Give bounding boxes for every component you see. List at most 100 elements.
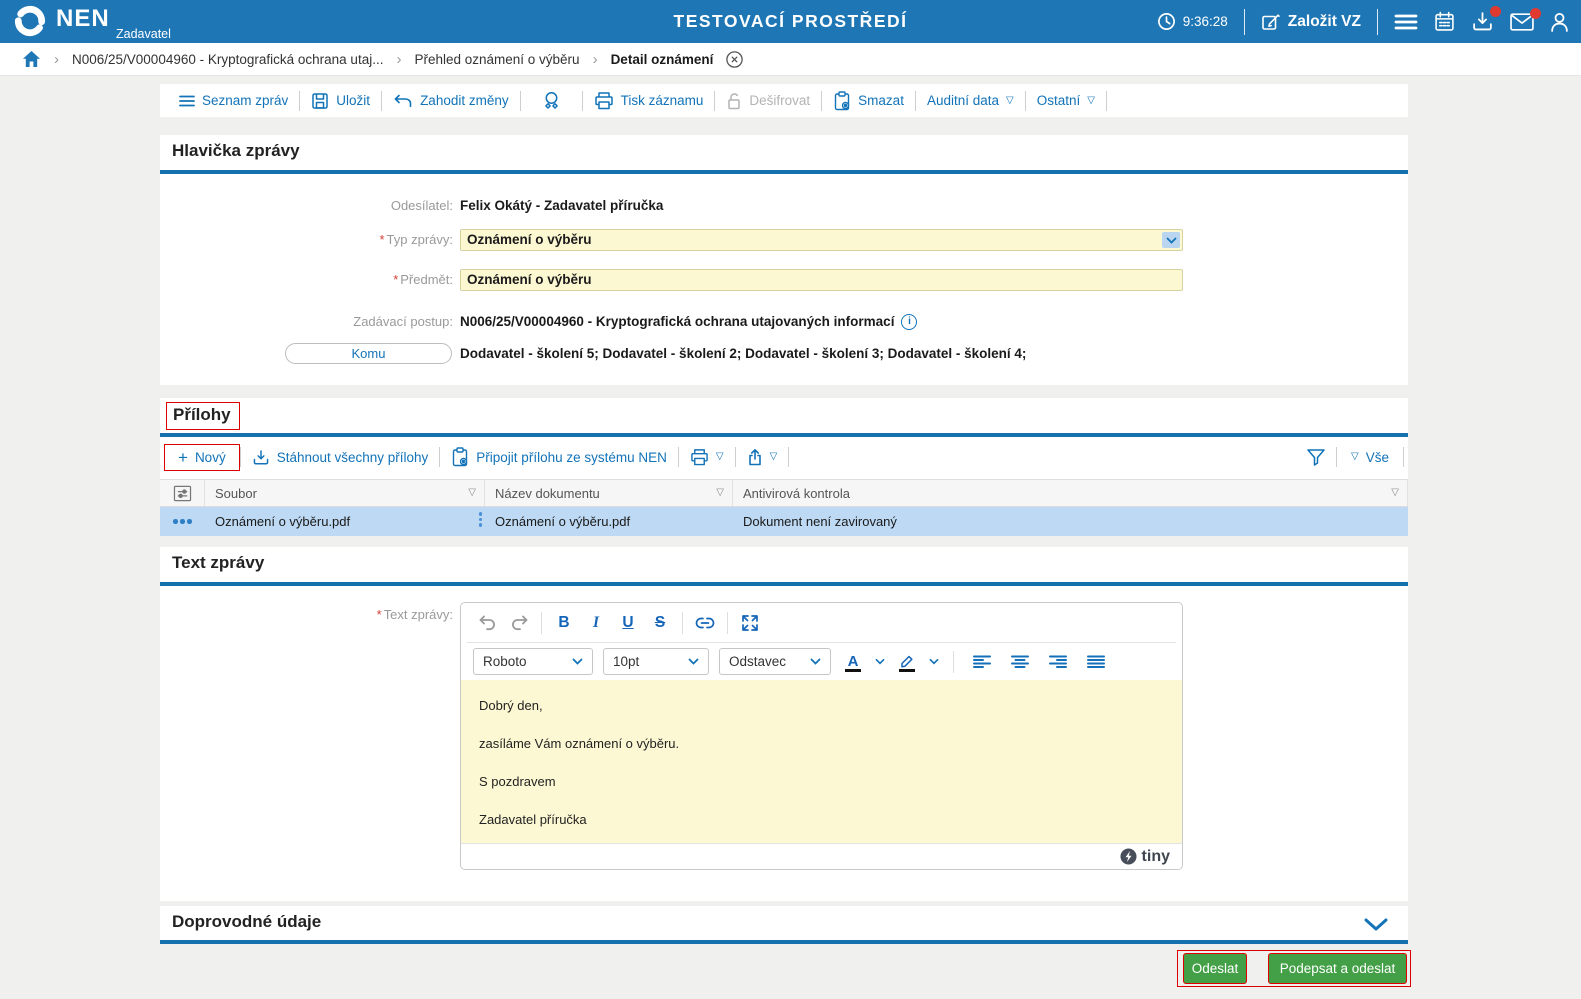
- delete-button[interactable]: Smazat: [822, 90, 915, 111]
- audit-data-button[interactable]: Auditní data ▽: [916, 93, 1025, 108]
- subject-value: Oznámení o výběru: [467, 272, 592, 287]
- sign-and-send-button[interactable]: Podepsat a odeslat: [1268, 953, 1407, 984]
- divider: [541, 611, 542, 634]
- create-vz-label: Založit VZ: [1287, 12, 1361, 30]
- recipients-button[interactable]: Komu: [285, 343, 452, 364]
- align-left-icon[interactable]: [968, 648, 996, 676]
- filter-caret-icon[interactable]: ▽: [468, 488, 476, 498]
- new-attachment-button[interactable]: + Nový: [167, 449, 237, 466]
- home-icon[interactable]: [22, 50, 41, 68]
- redo-icon[interactable]: [505, 609, 533, 637]
- save-button[interactable]: Uložit: [300, 92, 381, 110]
- chevron-down-icon[interactable]: [1162, 232, 1180, 248]
- send-buttons-annotation: Odeslat Podepsat a odeslat: [1177, 950, 1411, 987]
- filter-funnel-icon[interactable]: [1306, 448, 1326, 466]
- strikethrough-button[interactable]: S: [646, 609, 674, 637]
- attachment-row[interactable]: Oznámení o výběru.pdf Oznámení o výběru.…: [160, 507, 1408, 536]
- attachments-filter-bar: ▽ Vše: [1306, 440, 1408, 474]
- font-family-select[interactable]: Roboto: [473, 648, 593, 675]
- italic-button[interactable]: I: [582, 609, 610, 637]
- column-header-document-name[interactable]: Název dokumentu ▽: [485, 480, 733, 506]
- clock-icon: [1157, 12, 1176, 31]
- message-line: Dobrý den,: [479, 698, 543, 713]
- message-body-panel: Text zprávy * Text zprávy: B I U S Robot…: [160, 547, 1408, 901]
- subject-input[interactable]: Oznámení o výběru: [460, 269, 1183, 291]
- session-clock: 9:36:28: [1157, 12, 1228, 31]
- cell-document-name: Oznámení o výběru.pdf: [495, 514, 631, 529]
- row-actions-icon[interactable]: [160, 507, 205, 536]
- editor-toolbar-row2: Roboto 10pt Odstavec A: [461, 643, 1182, 680]
- save-icon: [311, 92, 329, 110]
- text-color-button[interactable]: A: [841, 648, 865, 676]
- link-icon[interactable]: [691, 609, 719, 637]
- share-up-icon: [747, 448, 763, 466]
- breadcrumb-item-procurement[interactable]: N006/25/V00004960 - Kryptografická ochra…: [72, 52, 383, 67]
- message-list-button[interactable]: Seznam zpráv: [168, 93, 299, 108]
- hamburger-icon: [1394, 13, 1418, 31]
- other-label: Ostatní: [1036, 93, 1081, 108]
- create-vz-button[interactable]: Založit VZ: [1261, 12, 1361, 32]
- export-attachments-button[interactable]: ▽: [736, 448, 789, 466]
- record-toolbar: Seznam zpráv Uložit Zahodit změny Tisk z…: [160, 84, 1408, 117]
- highlight-color-button[interactable]: [895, 648, 919, 676]
- chevron-down-icon: ▽: [1351, 451, 1359, 462]
- filter-caret-icon[interactable]: ▽: [1391, 488, 1399, 498]
- message-type-value: Oznámení o výběru: [467, 232, 592, 247]
- record-delete-icon: [833, 90, 851, 111]
- filter-caret-icon[interactable]: ▽: [716, 488, 724, 498]
- messages-button[interactable]: [1510, 7, 1541, 31]
- other-menu-button[interactable]: Ostatní ▽: [1026, 93, 1106, 108]
- print-attachments-button[interactable]: ▽: [679, 448, 735, 466]
- block-format-select[interactable]: Odstavec: [719, 648, 831, 675]
- downloads-button[interactable]: [1471, 6, 1501, 32]
- message-type-select[interactable]: Oznámení o výběru: [460, 229, 1183, 251]
- breadcrumb-item-current: Detail oznámení: [610, 51, 714, 67]
- chevron-down-icon: ▽: [1006, 94, 1014, 106]
- main-menu-button[interactable]: [1394, 13, 1418, 31]
- message-line: Zadavatel příručka: [479, 812, 587, 827]
- close-tab-icon[interactable]: [726, 50, 744, 68]
- message-text-area[interactable]: Dobrý den, zasíláme Vám oznámení o výběr…: [461, 680, 1182, 843]
- align-right-icon[interactable]: [1044, 648, 1072, 676]
- tiny-logo-icon[interactable]: [1120, 848, 1137, 865]
- block-format-value: Odstavec: [729, 654, 787, 669]
- align-center-icon[interactable]: [1006, 648, 1034, 676]
- filter-all-button[interactable]: ▽ Vše: [1347, 450, 1393, 465]
- nen-logo[interactable]: NEN Zadavatel: [12, 3, 186, 43]
- subject-label: * Předmět:: [393, 272, 453, 287]
- breadcrumb-item-overview[interactable]: Přehled oznámení o výběru: [414, 52, 579, 67]
- undo-icon[interactable]: [473, 609, 501, 637]
- discard-label: Zahodit změny: [420, 93, 509, 108]
- justify-icon[interactable]: [1082, 648, 1110, 676]
- chevron-down-icon[interactable]: [875, 658, 885, 665]
- printer-icon: [690, 448, 709, 466]
- highlight-color-swatch: [899, 668, 915, 672]
- attachments-table-header: Soubor ▽ Název dokumentu ▽ Antivirová ko…: [160, 479, 1408, 507]
- chevron-down-icon[interactable]: [929, 658, 939, 665]
- user-profile-button[interactable]: [1550, 12, 1569, 32]
- info-icon[interactable]: i: [901, 314, 918, 330]
- certificate-button[interactable]: [521, 91, 582, 111]
- send-button[interactable]: Odeslat: [1183, 953, 1247, 984]
- drag-handle-icon[interactable]: [478, 512, 482, 527]
- font-size-select[interactable]: 10pt: [603, 648, 709, 675]
- expand-section-chevron-icon[interactable]: [1364, 918, 1388, 931]
- download-all-attachments-button[interactable]: Stáhnout všechny přílohy: [241, 449, 440, 466]
- fullscreen-icon[interactable]: [736, 609, 764, 637]
- print-record-button[interactable]: Tisk záznamu: [583, 91, 715, 110]
- bold-button[interactable]: B: [550, 609, 578, 637]
- column-header-file[interactable]: Soubor ▽: [205, 480, 485, 506]
- message-header-panel: Hlavička zprávy Odesílatel: Felix Okátý …: [160, 135, 1408, 385]
- attach-from-nen-button[interactable]: Připojit přílohu ze systému NEN: [440, 447, 678, 467]
- underline-button[interactable]: U: [614, 609, 642, 637]
- discard-changes-button[interactable]: Zahodit změny: [382, 93, 520, 109]
- tiny-brand-label[interactable]: tiny: [1142, 848, 1170, 866]
- decrypt-button[interactable]: Dešifrovat: [715, 92, 821, 110]
- column-header-antivirus[interactable]: Antivirová kontrola ▽: [733, 480, 1408, 506]
- divider: [727, 611, 728, 634]
- print-record-label: Tisk záznamu: [620, 93, 704, 108]
- calendar-button[interactable]: [1434, 11, 1455, 32]
- app-screen: NEN Zadavatel TESTOVACÍ PROSTŘEDÍ 9:36:2…: [0, 0, 1581, 999]
- rich-text-editor: B I U S Roboto 10pt Odstavec A Dobrý den…: [460, 602, 1183, 870]
- column-settings-icon[interactable]: [160, 480, 205, 506]
